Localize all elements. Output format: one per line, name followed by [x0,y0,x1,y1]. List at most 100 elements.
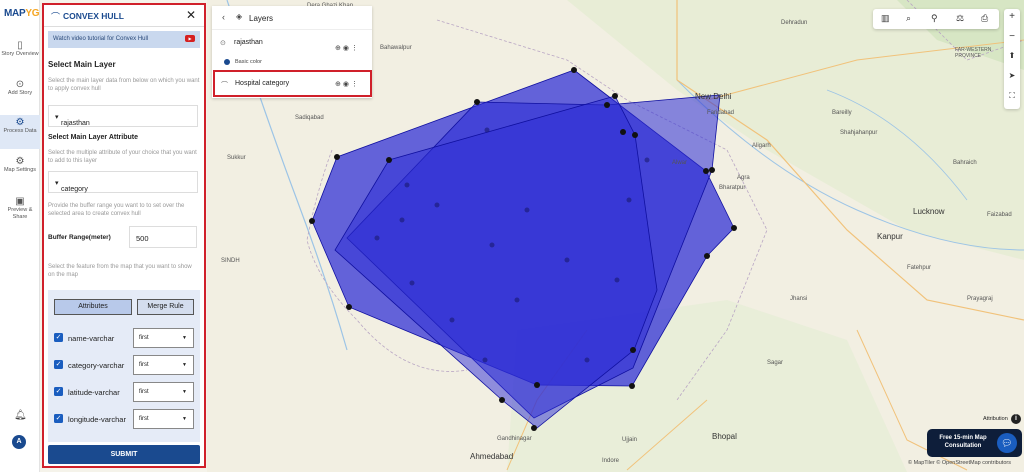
nav-map-settings[interactable]: ⚙ Map Settings [0,156,40,174]
feature-hint: Select the feature from the map that you… [48,264,192,278]
fullscreen-icon[interactable]: ⛶ [1004,91,1020,101]
avatar[interactable]: A [12,435,26,449]
nav-story-overview[interactable]: ▯ Story Overview [0,40,40,58]
hospital-point[interactable] [709,167,715,173]
hospital-point[interactable] [630,347,636,353]
city-label: Fatehpur [907,265,932,271]
city-label: Faridabad [707,110,735,116]
hospital-point[interactable] [474,99,480,105]
chevron-left-icon[interactable]: ‹ [222,12,225,22]
info-icon[interactable]: i [1011,414,1021,424]
bell-icon[interactable]: 🔔︎ [14,410,27,421]
map-view-icon[interactable]: ▥ [881,13,890,24]
logo[interactable]: MAPYG [4,8,39,19]
hospital-point[interactable] [534,382,540,388]
attribute-row: ✓ latitude-varchar first ▼ [54,382,196,402]
consultation-text: Free 15-min Map Consultation [939,435,987,449]
panel-title: CONVEX HULL [63,11,124,21]
merge-rule-select[interactable]: first ▼ [133,382,194,402]
city-label: Sadiqabad [295,115,324,121]
main-layer-select[interactable]: rajasthan ▾ [48,105,198,127]
checkbox[interactable]: ✓ [54,360,63,369]
layer-row-hospital-category[interactable]: ⌒ Hospital category ⊕◉⋮ [213,70,372,97]
tab-attributes[interactable]: Attributes [54,299,132,315]
hospital-point[interactable] [620,129,626,135]
attribute-select[interactable]: category ▾ [48,171,198,193]
layers-header: ‹ ◈ Layers [212,6,372,30]
main-layer-title: Select Main Layer [48,60,116,69]
city-label: Bareilly [832,110,852,116]
panel-header: ⌒ CONVEX HULL ✕ [44,5,204,27]
attribution-label[interactable]: Attribution [983,416,1008,422]
zoom-in-button[interactable]: + [1004,11,1020,22]
hospital-point[interactable] [731,225,737,231]
user-location-icon[interactable]: ⚲ [931,13,938,24]
logo-accent: YG [25,8,40,19]
consultation-banner[interactable]: Free 15-min Map Consultation 💬︎ [927,429,1022,457]
book-icon: ▯ [17,40,23,51]
hospital-point[interactable] [629,383,635,389]
hospital-point[interactable] [531,425,537,431]
color-swatch [224,59,230,65]
chat-icon[interactable]: 💬︎ [997,433,1017,453]
video-tutorial-text: Watch video tutorial for Convex Hull [53,36,149,42]
city-label: Bhopal [712,432,737,441]
city-label: Agra [737,175,750,181]
main-layer-hint: Select the main layer data from below on… [48,78,200,92]
layer-name[interactable]: rajasthan [234,39,263,46]
chevron-down-icon: ▼ [182,416,187,422]
close-icon[interactable]: ✕ [186,8,196,22]
layer-actions[interactable]: ⊕◉⋮ [335,80,360,88]
buffer-input[interactable]: 500 [129,226,197,248]
hospital-point[interactable] [499,397,505,403]
checkbox[interactable]: ✓ [54,387,63,396]
hospital-point[interactable] [704,253,710,259]
hospital-point[interactable] [334,154,340,160]
city-label: Bahawalpur [380,45,412,51]
buffer-label: Buffer Range(meter) [48,234,111,241]
buffer-hint: Provide the buffer range you want to to … [48,203,185,217]
submit-button[interactable]: SUBMIT [48,445,200,464]
merge-rule-select[interactable]: first ▼ [133,328,194,348]
nav-add-story[interactable]: ⊙ Add Story [0,79,40,97]
search-icon[interactable]: ⌕ [906,13,911,24]
nav-label: Add Story [7,90,33,96]
location-pin-icon: ⊙ [15,79,25,90]
nav-preview-share[interactable]: ▣ Preview & Share [0,197,40,221]
hospital-point[interactable] [612,93,618,99]
layer-name[interactable]: Hospital category [235,80,289,87]
layer-style-label: Basic color [235,59,262,65]
location-pin-icon: ⊙ [220,40,226,47]
zoom-controls: + − ⬆ ➤ ⛶ [1004,9,1020,109]
attr-title: Select Main Layer Attribute [48,134,138,141]
chevron-down-icon: ▼ [182,389,187,395]
measure-icon[interactable]: ⚖ [956,13,964,24]
checkbox[interactable]: ✓ [54,333,63,342]
layer-actions[interactable]: ⊕◉⋮ [335,44,360,52]
hospital-point[interactable] [386,157,392,163]
compass-icon[interactable]: ⬆ [1004,51,1020,60]
checkbox[interactable]: ✓ [54,414,63,423]
video-tutorial-banner[interactable]: Watch video tutorial for Convex Hull ▶ [48,31,200,48]
gear-icon: ⚙ [15,117,25,128]
nav-process-data[interactable]: ⚙ Process Data [0,115,40,149]
zoom-out-button[interactable]: − [1004,31,1020,42]
hospital-point[interactable] [632,132,638,138]
hospital-point[interactable] [571,67,577,73]
youtube-icon: ▶ [185,35,195,42]
city-label: Dehradun [781,20,808,26]
print-icon[interactable]: ⎙ [981,13,988,24]
settings-icon: ⚙ [15,156,25,167]
hospital-point[interactable] [703,168,709,174]
city-label: Shahjahanpur [840,130,878,136]
merge-rule-select[interactable]: first ▼ [133,409,194,429]
locate-icon[interactable]: ➤ [1004,71,1020,80]
convex-hull-icon: ⌒ [51,12,61,22]
hospital-point[interactable] [346,304,352,310]
tab-merge-rule[interactable]: Merge Rule [137,299,194,315]
hospital-point[interactable] [309,218,315,224]
attribute-name: name-varchar [68,334,115,343]
hospital-point[interactable] [604,102,610,108]
merge-rule-select[interactable]: first ▼ [133,355,194,375]
city-label: Sagar [767,360,784,366]
